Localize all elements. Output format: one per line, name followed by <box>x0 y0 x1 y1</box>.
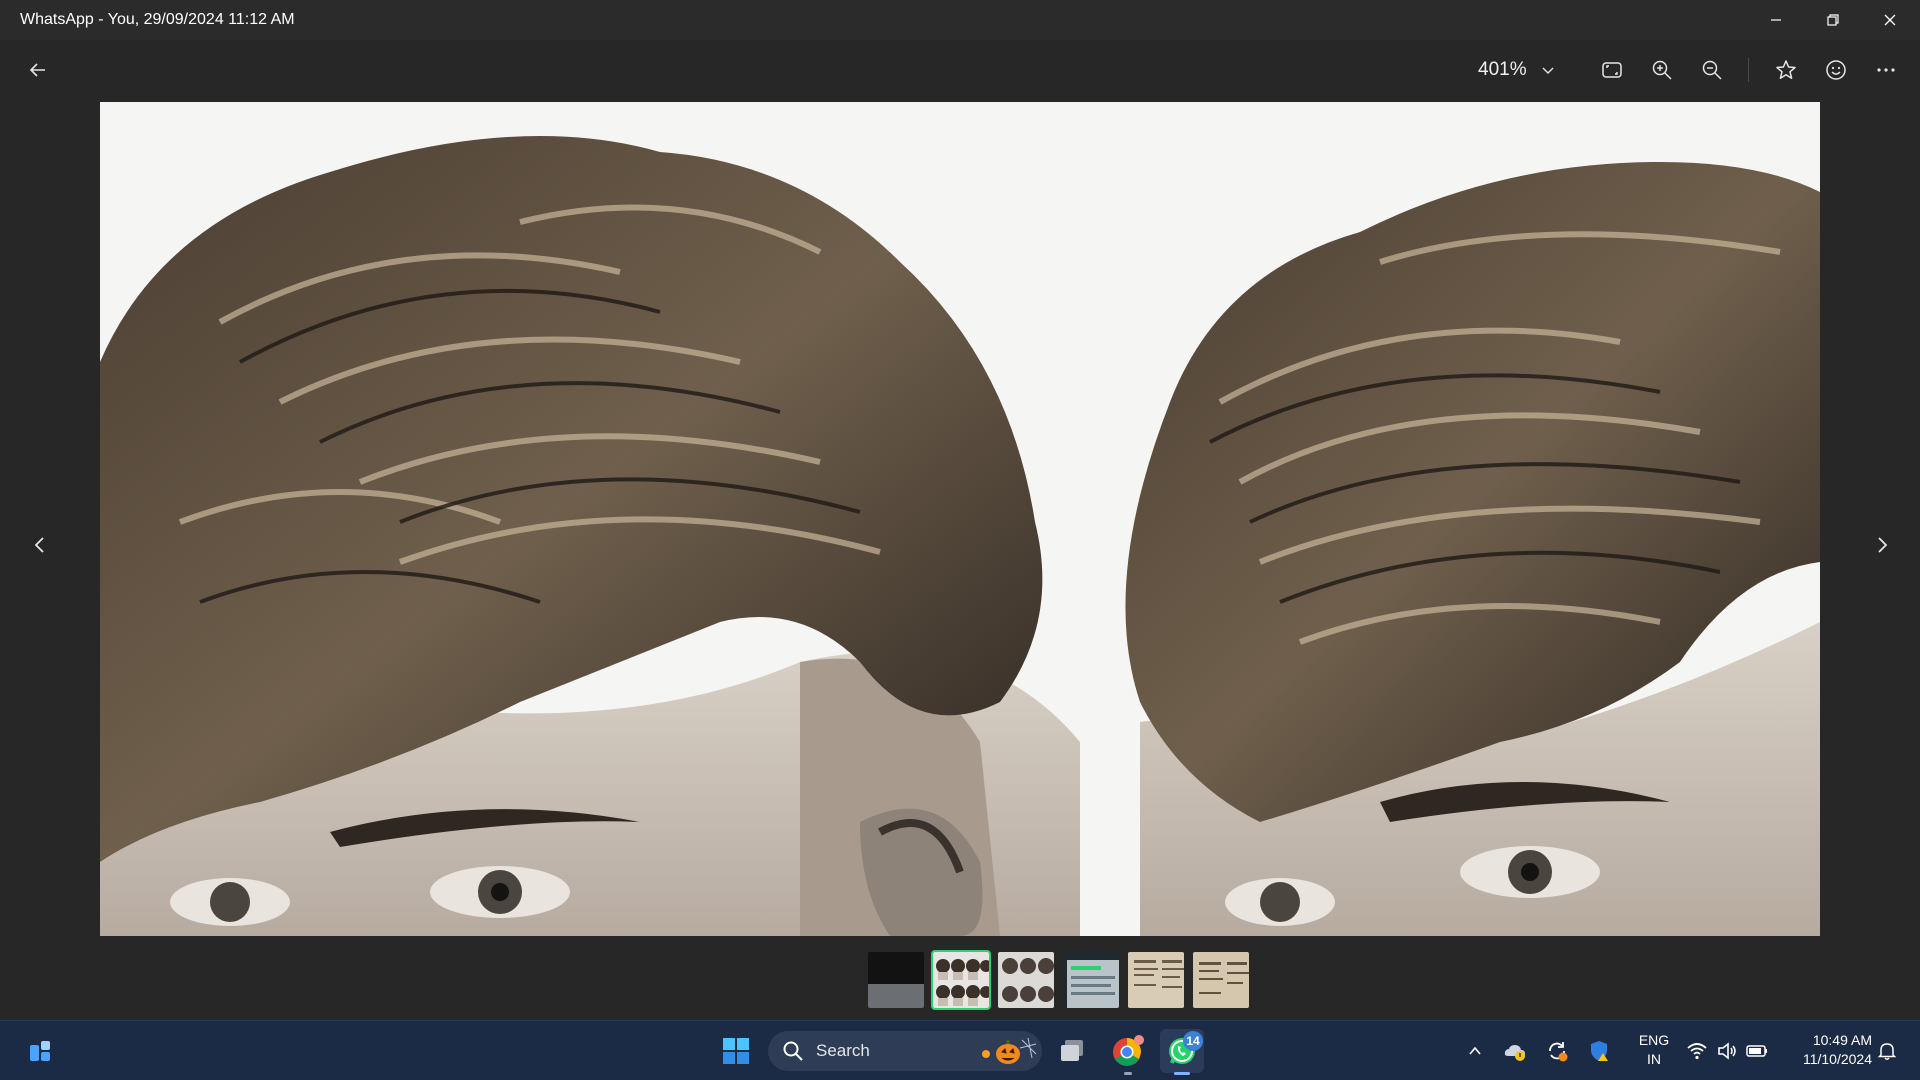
thumbnail[interactable] <box>1061 950 1121 1010</box>
search-icon <box>783 1041 803 1061</box>
more-horizontal-icon <box>1877 68 1895 72</box>
clock-date: 11/10/2024 <box>1802 1051 1872 1067</box>
next-image-button[interactable] <box>1862 525 1902 565</box>
thumbnail[interactable] <box>866 950 926 1010</box>
windows-start-icon <box>723 1038 749 1064</box>
active-indicator <box>1174 1072 1190 1075</box>
sync-icon <box>1549 1042 1568 1062</box>
whatsapp-taskbar-button[interactable]: 14 <box>1160 1029 1204 1075</box>
react-button[interactable] <box>1818 52 1854 88</box>
zoom-out-button[interactable] <box>1694 52 1730 88</box>
hair-illustration <box>100 102 1820 936</box>
volume-status[interactable] <box>1712 1029 1742 1073</box>
speaker-icon <box>1718 1042 1736 1060</box>
previous-image-button[interactable] <box>20 525 60 565</box>
back-button[interactable] <box>20 52 56 88</box>
sync-tray-button[interactable] <box>1542 1029 1572 1073</box>
taskbar-search-box[interactable]: Search <box>768 1031 1042 1071</box>
minimize-icon <box>1771 19 1781 21</box>
toolbar-divider <box>1748 58 1749 82</box>
chevron-left-icon <box>34 537 44 553</box>
unread-count-badge: 14 <box>1183 1031 1203 1051</box>
widgets-button[interactable] <box>18 1029 62 1073</box>
window-title: WhatsApp - You, 29/09/2024 11:12 AM <box>20 11 295 28</box>
image-viewer: 401% <box>0 40 1920 1020</box>
chevron-right-icon <box>1878 537 1888 553</box>
zoom-in-button[interactable] <box>1644 52 1680 88</box>
wifi-icon <box>1687 1043 1707 1060</box>
fit-to-window-icon <box>1602 62 1622 78</box>
zoom-level-value: 401% <box>1478 59 1527 80</box>
thumbnail-strip <box>866 950 1251 1012</box>
restore-button[interactable] <box>1810 0 1856 40</box>
arrow-left-icon <box>29 63 45 77</box>
more-options-button[interactable] <box>1868 52 1904 88</box>
minimize-button[interactable] <box>1753 0 1799 40</box>
close-button[interactable] <box>1867 0 1913 40</box>
thumbnail[interactable] <box>1191 950 1251 1010</box>
zoom-dropdown[interactable]: 401% <box>1478 50 1555 90</box>
displayed-image[interactable] <box>100 102 1820 936</box>
task-view-button[interactable] <box>1050 1029 1094 1073</box>
thumbnail-active[interactable] <box>931 950 991 1010</box>
restore-icon <box>1827 14 1839 26</box>
wifi-status[interactable] <box>1682 1029 1712 1073</box>
fit-to-window-button[interactable] <box>1594 52 1630 88</box>
viewer-toolbar: 401% <box>0 40 1920 100</box>
show-hidden-icons-button[interactable] <box>1460 1029 1490 1073</box>
chevron-up-icon <box>1469 1046 1481 1055</box>
star-button[interactable] <box>1768 52 1804 88</box>
chrome-icon <box>1113 1035 1144 1066</box>
security-tray-button[interactable] <box>1584 1029 1614 1073</box>
chevron-down-icon <box>1542 67 1554 74</box>
zoom-out-icon <box>1702 60 1722 80</box>
close-icon <box>1884 14 1896 26</box>
bell-icon <box>1877 1043 1897 1060</box>
thumbnail[interactable] <box>1126 950 1186 1010</box>
notifications-button[interactable] <box>1872 1029 1902 1073</box>
input-language-indicator[interactable]: ENG IN <box>1632 1031 1676 1069</box>
shield-warning-icon <box>1591 1041 1608 1061</box>
zoom-in-icon <box>1652 60 1672 80</box>
window-title-bar: WhatsApp - You, 29/09/2024 11:12 AM <box>0 0 1920 40</box>
battery-status[interactable] <box>1742 1029 1772 1073</box>
windows-taskbar: Search 14 ENG IN 10:49 AM 11/10/2024 <box>0 1020 1920 1080</box>
smiley-icon <box>1826 60 1846 80</box>
chrome-taskbar-button[interactable] <box>1106 1029 1150 1075</box>
cloud-warning-icon <box>1504 1045 1525 1061</box>
battery-icon <box>1746 1045 1767 1057</box>
halloween-pumpkin-icon <box>982 1037 1037 1064</box>
onedrive-tray-button[interactable] <box>1500 1029 1530 1073</box>
widgets-icon <box>30 1041 50 1061</box>
start-button[interactable] <box>714 1029 758 1073</box>
running-indicator <box>1124 1072 1132 1075</box>
task-view-icon <box>1061 1040 1083 1061</box>
star-icon <box>1776 60 1796 79</box>
search-label: Search <box>816 1041 870 1060</box>
system-clock[interactable]: 10:49 AM 11/10/2024 <box>1780 1031 1872 1069</box>
thumbnail[interactable] <box>996 950 1056 1010</box>
clock-time: 10:49 AM <box>1812 1032 1872 1048</box>
